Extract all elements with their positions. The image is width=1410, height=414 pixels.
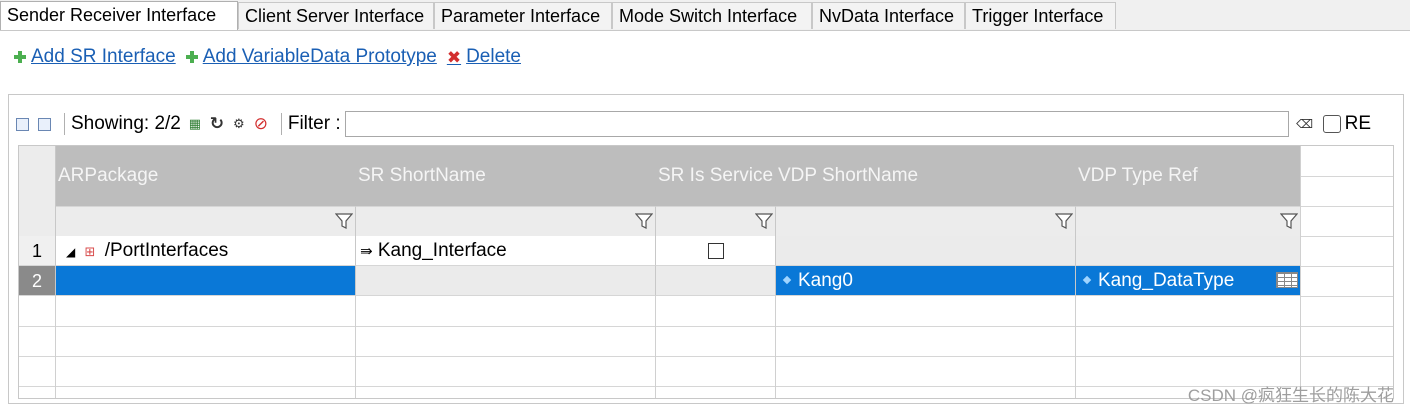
table-cell-vdp-type-ref[interactable]: Kang_DataType bbox=[1076, 266, 1301, 296]
table-cell-sr-is-service[interactable] bbox=[656, 266, 776, 296]
delete-x-icon: ✖ bbox=[446, 47, 462, 67]
showing-count: Showing: 2/2 bbox=[71, 113, 181, 134]
table-cell-vdp-shortname[interactable] bbox=[776, 236, 1076, 266]
tab-sender-receiver[interactable]: Sender Receiver Interface bbox=[0, 1, 238, 30]
tab-trigger[interactable]: Trigger Interface bbox=[965, 2, 1116, 29]
plus-icon bbox=[14, 51, 26, 63]
filter-clear-icon[interactable]: ⌫ bbox=[1296, 116, 1313, 132]
table-toolbar: Showing: 2/2 ▦ ↻ ⚙ ⊘ Filter : ⌫ RE bbox=[14, 108, 1394, 140]
filter-label: Filter : bbox=[287, 113, 341, 134]
grid-line bbox=[1301, 176, 1393, 177]
tab-nvdata[interactable]: NvData Interface bbox=[812, 2, 965, 29]
vdp-icon bbox=[782, 275, 792, 285]
vdp-shortname-value: Kang0 bbox=[798, 270, 853, 291]
vdp-type-ref-value: Kang_DataType bbox=[1098, 270, 1235, 291]
re-label: RE bbox=[1344, 113, 1372, 134]
is-service-checkbox[interactable] bbox=[707, 242, 724, 259]
grid-line bbox=[1301, 206, 1393, 207]
collapse-triangle-icon[interactable]: ◢ bbox=[66, 245, 75, 259]
grid-line bbox=[1301, 296, 1393, 297]
reference-picker-icon[interactable] bbox=[1276, 272, 1298, 288]
row-number[interactable]: 2 bbox=[19, 266, 56, 296]
expand-all-icon[interactable] bbox=[14, 116, 30, 132]
delete-label: Delete bbox=[466, 46, 521, 67]
grid-line bbox=[355, 296, 356, 398]
column-filter-vdp-shortname[interactable] bbox=[776, 206, 1076, 236]
add-sr-interface-label: Add SR Interface bbox=[31, 46, 176, 67]
table-cell-arpackage[interactable] bbox=[56, 266, 356, 296]
table-cell-sr-is-service[interactable] bbox=[656, 236, 776, 266]
funnel-icon[interactable] bbox=[1055, 212, 1073, 230]
grid-line bbox=[655, 296, 656, 398]
re-checkbox[interactable] bbox=[1322, 115, 1341, 133]
table-cell-vdp-shortname[interactable]: Kang0 bbox=[776, 266, 1076, 296]
table-cell-arpackage[interactable]: ◢ ⊞ /PortInterfaces bbox=[56, 236, 356, 266]
tab-mode-switch[interactable]: Mode Switch Interface bbox=[612, 2, 812, 29]
add-sr-interface-button[interactable]: Add SR Interface bbox=[14, 46, 176, 68]
tab-parameter[interactable]: Parameter Interface bbox=[434, 2, 612, 29]
grid-line bbox=[55, 296, 56, 398]
grid-line bbox=[19, 356, 1393, 357]
grid-line bbox=[1075, 296, 1076, 398]
delete-button[interactable]: ✖ Delete bbox=[447, 46, 521, 68]
column-header-arpackage[interactable]: ARPackage bbox=[56, 146, 356, 206]
add-vdp-label: Add VariableData Prototype bbox=[202, 46, 437, 67]
arpackage-value: /PortInterfaces bbox=[104, 240, 229, 261]
interface-tabbar: Sender Receiver Interface Client Server … bbox=[0, 0, 1410, 31]
plus-icon bbox=[185, 51, 198, 63]
watermark: CSDN @疯狂生长的陈大花 bbox=[1187, 386, 1394, 405]
collapse-all-icon[interactable] bbox=[36, 116, 52, 132]
action-bar: Add SR Interface Add VariableData Protot… bbox=[14, 44, 521, 70]
toolbar-divider bbox=[64, 113, 65, 135]
column-header-vdp-type-ref[interactable]: VDP Type Ref bbox=[1076, 146, 1301, 206]
funnel-icon[interactable] bbox=[1280, 212, 1298, 230]
package-icon: ⊞ bbox=[84, 244, 96, 259]
settings-icon[interactable]: ⚙ bbox=[231, 116, 247, 132]
column-filter-vdp-type-ref[interactable] bbox=[1076, 206, 1301, 236]
grid-line bbox=[775, 296, 776, 398]
column-header-sr-shortname[interactable]: SR ShortName bbox=[356, 146, 656, 206]
excel-export-icon[interactable]: ▦ bbox=[187, 116, 203, 132]
funnel-icon[interactable] bbox=[335, 212, 353, 230]
grid-line bbox=[19, 326, 1393, 327]
interface-icon: ⇛ bbox=[360, 243, 373, 260]
column-header-vdp-shortname[interactable]: VDP ShortName bbox=[776, 146, 1076, 206]
datatype-icon bbox=[1082, 275, 1092, 285]
funnel-icon[interactable] bbox=[635, 212, 653, 230]
row-number[interactable]: 1 bbox=[19, 236, 56, 266]
table-cell-sr-shortname[interactable]: ⇛ Kang_Interface bbox=[356, 236, 656, 266]
tab-client-server[interactable]: Client Server Interface bbox=[238, 2, 434, 29]
column-filter-sr-shortname[interactable] bbox=[356, 206, 656, 236]
table-cell-sr-shortname[interactable] bbox=[356, 266, 656, 296]
column-filter-sr-is-service[interactable] bbox=[656, 206, 776, 236]
sr-shortname-value: Kang_Interface bbox=[377, 240, 507, 261]
grid-line bbox=[1301, 236, 1393, 237]
add-variabledata-prototype-button[interactable]: Add VariableData Prototype bbox=[185, 46, 437, 68]
grid-line bbox=[1300, 146, 1301, 398]
refresh-icon[interactable]: ↻ bbox=[209, 114, 225, 133]
filter-input[interactable] bbox=[344, 111, 1289, 137]
column-filter-arpackage[interactable] bbox=[56, 206, 356, 236]
funnel-icon[interactable] bbox=[755, 212, 773, 230]
clear-filter-icon[interactable]: ⊘ bbox=[253, 114, 269, 133]
table-cell-vdp-type-ref[interactable] bbox=[1076, 236, 1301, 266]
column-header-sr-is-service[interactable]: SR Is Service bbox=[656, 146, 776, 206]
toolbar-divider bbox=[280, 113, 282, 135]
data-grid: ARPackage SR ShortName SR Is Service VDP… bbox=[18, 145, 1394, 399]
grid-line bbox=[1301, 266, 1393, 267]
grid-corner bbox=[19, 146, 56, 236]
